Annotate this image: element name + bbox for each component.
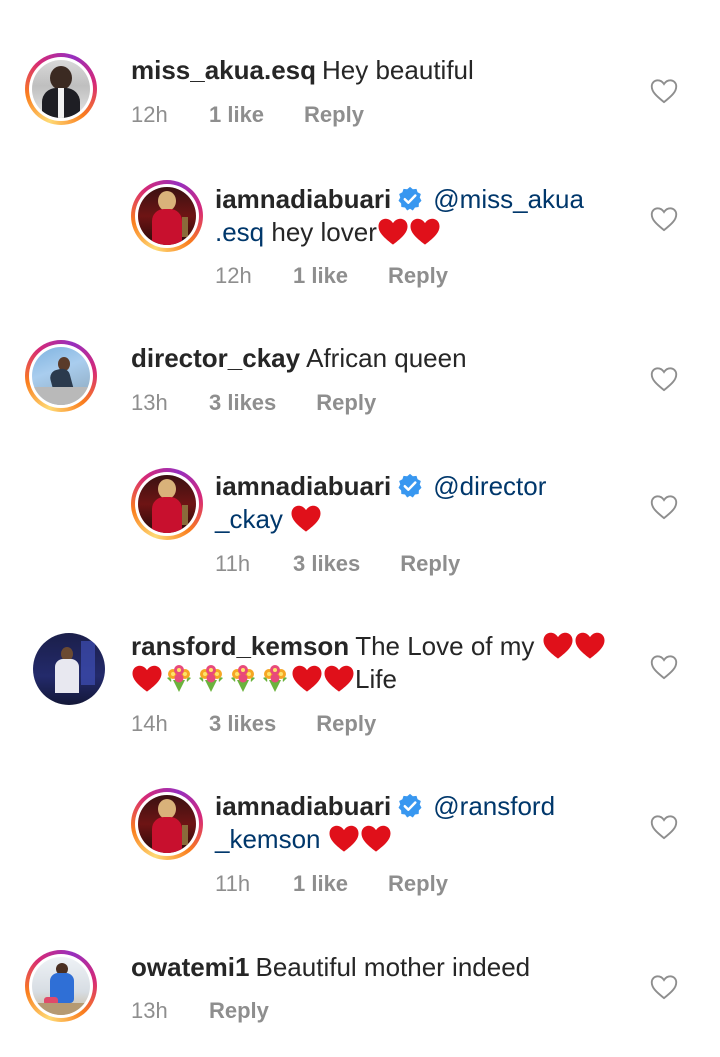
like-heart-icon[interactable]	[650, 366, 678, 392]
red-heart-emoji-icon	[360, 824, 392, 853]
bouquet-emoji-icon	[227, 663, 259, 693]
comment-body-line2: _kemson	[215, 823, 392, 856]
comment-username[interactable]: iamnadiabuari	[215, 791, 391, 821]
comment-likes-count[interactable]: 1 like	[209, 102, 264, 128]
red-heart-emoji-icon	[542, 631, 574, 660]
like-heart-icon[interactable]	[650, 78, 678, 104]
comment-likes-count[interactable]: 3 likes	[209, 711, 276, 737]
comment-likes-count[interactable]: 3 likes	[209, 390, 276, 416]
like-heart-icon[interactable]	[650, 654, 678, 680]
comment-body: miss_akua.esq Hey beautiful	[131, 54, 474, 87]
comment-body: owatemi1 Beautiful mother indeed	[131, 951, 530, 984]
comment-time: 13h	[131, 998, 168, 1023]
comment-time: 11h	[215, 871, 251, 896]
reply-button[interactable]: Reply	[388, 263, 448, 289]
comment-body: director_ckay African queen	[131, 342, 467, 375]
mention-link[interactable]: @miss_akua	[433, 184, 584, 214]
comment-body-line2: _ckay	[215, 503, 322, 536]
avatar[interactable]	[25, 340, 97, 412]
red-heart-emoji-icon	[290, 504, 322, 533]
mention-link-continued[interactable]: _ckay	[215, 504, 283, 534]
comment-username[interactable]: iamnadiabuari	[215, 184, 391, 214]
avatar[interactable]	[131, 468, 203, 540]
comment-body: iamnadiabuari @director	[215, 470, 546, 503]
comment-username[interactable]: miss_akua.esq	[131, 55, 316, 85]
red-heart-emoji-icon	[377, 217, 409, 246]
comment-likes-count[interactable]: 3 likes	[293, 551, 360, 577]
comment-body: iamnadiabuari @miss_akua	[215, 183, 584, 216]
comment-meta: 12h 1 like Reply	[131, 102, 364, 128]
comment-likes-count[interactable]: 1 like	[293, 263, 348, 289]
comment-username[interactable]: iamnadiabuari	[215, 471, 391, 501]
comment-meta: 13h Reply	[131, 998, 269, 1024]
red-heart-emoji-icon	[291, 664, 323, 693]
reply-button[interactable]: Reply	[316, 390, 376, 416]
comment-meta: 11h 3 likes Reply	[215, 551, 460, 577]
comment-time: 14h	[131, 711, 168, 736]
comment-username[interactable]: owatemi1	[131, 952, 250, 982]
comment-meta: 13h 3 likes Reply	[131, 390, 376, 416]
comment-username[interactable]: director_ckay	[131, 343, 300, 373]
red-heart-emoji-icon	[574, 631, 606, 660]
mention-link[interactable]: @director	[433, 471, 546, 501]
avatar[interactable]	[25, 950, 97, 1022]
comment-time: 12h	[215, 263, 252, 288]
comment-text: African queen	[306, 343, 467, 373]
comment-text: Hey beautiful	[322, 55, 474, 85]
comment-meta: 11h 1 like Reply	[215, 871, 448, 897]
reply-button[interactable]: Reply	[209, 998, 269, 1024]
comment-body: ransford_kemson The Love of my	[131, 630, 606, 663]
comment-meta: 14h 3 likes Reply	[131, 711, 376, 737]
like-heart-icon[interactable]	[650, 974, 678, 1000]
verified-badge-icon	[397, 473, 423, 499]
reply-button[interactable]: Reply	[400, 551, 460, 577]
avatar[interactable]	[131, 788, 203, 860]
comment-body-line2: .esq hey lover	[215, 216, 441, 249]
comment-text: Beautiful mother indeed	[255, 952, 531, 982]
comment-body: iamnadiabuari @ransford	[215, 790, 555, 823]
like-heart-icon[interactable]	[650, 206, 678, 232]
comment-username[interactable]: ransford_kemson	[131, 631, 349, 661]
comment-text-continued: Life	[355, 664, 397, 694]
avatar[interactable]	[131, 180, 203, 252]
comment-time: 12h	[131, 102, 168, 127]
reply-button[interactable]: Reply	[316, 711, 376, 737]
reply-button[interactable]: Reply	[304, 102, 364, 128]
comment-body-line2: Life	[131, 663, 397, 696]
avatar[interactable]	[33, 633, 105, 705]
comment-text: hey lover	[271, 217, 377, 247]
red-heart-emoji-icon	[409, 217, 441, 246]
mention-link-continued[interactable]: _kemson	[215, 824, 321, 854]
like-heart-icon[interactable]	[650, 814, 678, 840]
red-heart-emoji-icon	[328, 824, 360, 853]
comment-time: 11h	[215, 551, 251, 576]
red-heart-emoji-icon	[323, 664, 355, 693]
bouquet-emoji-icon	[259, 663, 291, 693]
comment-time: 13h	[131, 390, 168, 415]
comment-text: The Love of my	[355, 631, 535, 661]
reply-button[interactable]: Reply	[388, 871, 448, 897]
bouquet-emoji-icon	[195, 663, 227, 693]
verified-badge-icon	[397, 186, 423, 212]
like-heart-icon[interactable]	[650, 494, 678, 520]
bouquet-emoji-icon	[163, 663, 195, 693]
red-heart-emoji-icon	[131, 664, 163, 693]
mention-link-continued[interactable]: .esq	[215, 217, 264, 247]
mention-link[interactable]: @ransford	[433, 791, 555, 821]
comment-meta: 12h 1 like Reply	[215, 263, 448, 289]
avatar[interactable]	[25, 53, 97, 125]
verified-badge-icon	[397, 793, 423, 819]
comment-likes-count[interactable]: 1 like	[293, 871, 348, 897]
